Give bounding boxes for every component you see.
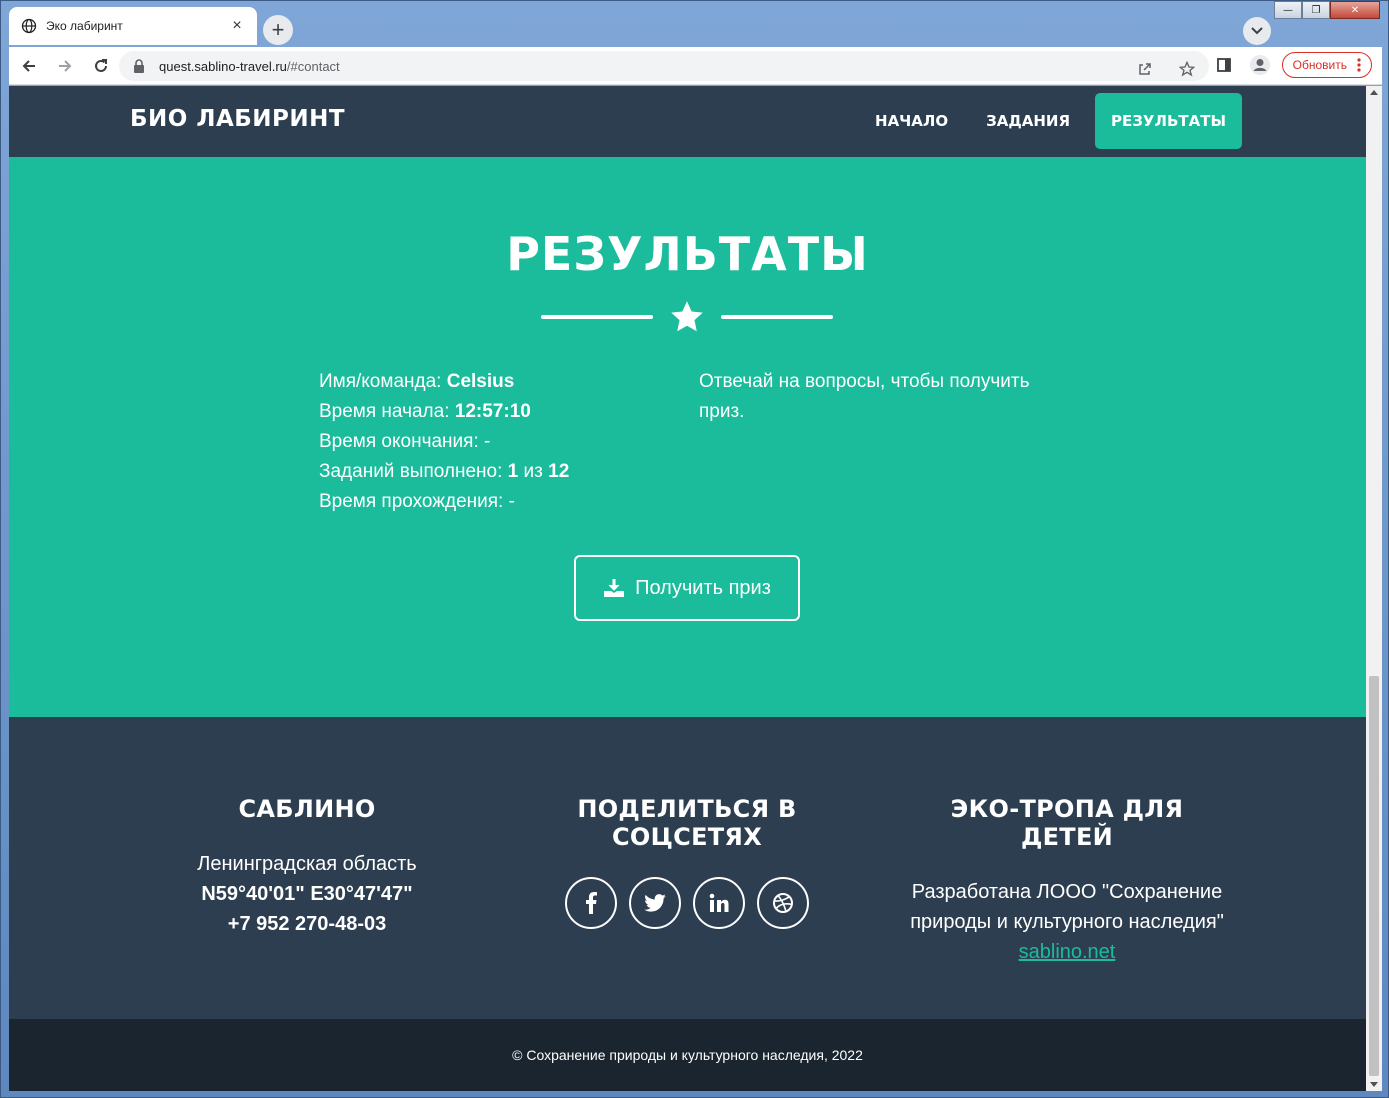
browser-toolbar: quest.sablino-travel.ru/#contact Обновит… bbox=[9, 47, 1382, 85]
footer-location-title: САБЛИНО bbox=[238, 795, 376, 823]
linkedin-icon bbox=[709, 893, 729, 912]
footer-location: САБЛИНО Ленинградская область N59°40'01"… bbox=[157, 795, 457, 939]
divider-line-left bbox=[541, 315, 653, 319]
end-label: Время окончания: bbox=[319, 431, 479, 452]
results-info: Имя/команда: Celsius Время начала: 12:57… bbox=[319, 367, 569, 517]
minimize-button[interactable]: — bbox=[1274, 1, 1302, 19]
side-panel-button[interactable] bbox=[1210, 51, 1238, 79]
maximize-button[interactable]: ❐ bbox=[1302, 1, 1330, 19]
done-of: из bbox=[523, 461, 543, 482]
start-value: 12:57:10 bbox=[454, 401, 531, 422]
facebook-button[interactable] bbox=[565, 877, 617, 929]
start-time-row: Время начала: 12:57:10 bbox=[319, 397, 569, 427]
side-panel-icon bbox=[1216, 58, 1231, 72]
site-brand[interactable]: БИО ЛАБИРИНТ bbox=[130, 106, 345, 132]
profile-icon bbox=[1249, 55, 1270, 75]
page-viewport: БИО ЛАБИРИНТ НАЧАЛО ЗАДАНИЯ РЕЗУЛЬТАТЫ Р… bbox=[9, 86, 1366, 1091]
dribbble-icon bbox=[773, 893, 793, 913]
team-label: Имя/команда: bbox=[319, 371, 442, 392]
window-controls: — ❐ ✕ bbox=[1274, 1, 1380, 19]
back-arrow-icon bbox=[22, 59, 35, 72]
browser-window: — ❐ ✕ Эко лабиринт × + quest.sablino-tra… bbox=[0, 0, 1389, 1098]
duration-value: - bbox=[508, 491, 515, 512]
address-bar[interactable]: quest.sablino-travel.ru/#contact bbox=[119, 51, 1209, 81]
get-prize-label: Получить приз bbox=[635, 576, 771, 599]
forward-arrow-icon bbox=[59, 59, 72, 72]
duration-label: Время прохождения: bbox=[319, 491, 504, 512]
reload-icon bbox=[95, 58, 107, 72]
star-icon bbox=[1179, 61, 1195, 77]
facebook-icon bbox=[586, 892, 597, 914]
share-icon bbox=[1139, 63, 1151, 75]
heading-divider bbox=[541, 299, 833, 335]
footer-eco-trail: ЭКО-ТРОПА ДЛЯ ДЕТЕЙ Разработана ЛООО "Со… bbox=[907, 795, 1227, 967]
close-window-button[interactable]: ✕ bbox=[1330, 1, 1380, 19]
update-label: Обновить bbox=[1292, 58, 1347, 72]
done-label: Заданий выполнено: bbox=[319, 461, 503, 482]
scrollbar-thumb[interactable] bbox=[1369, 676, 1379, 1076]
footer-eco-text: Разработана ЛООО "Сохранение природы и к… bbox=[910, 881, 1224, 933]
done-total: 12 bbox=[548, 461, 570, 482]
footer-social-title: ПОДЕЛИТЬСЯ В СОЦСЕТЯХ bbox=[577, 795, 797, 851]
url-text: quest.sablino-travel.ru/#contact bbox=[159, 59, 340, 74]
url-path: /#contact bbox=[286, 58, 340, 74]
url-host: quest.sablino-travel.ru bbox=[159, 58, 287, 74]
footer-phone: +7 952 270-48-03 bbox=[227, 913, 387, 935]
bookmark-button[interactable] bbox=[1173, 55, 1201, 83]
team-row: Имя/команда: Celsius bbox=[319, 367, 569, 397]
footer-social: ПОДЕЛИТЬСЯ В СОЦСЕТЯХ bbox=[507, 795, 867, 929]
toolbar-right: Обновить bbox=[1210, 51, 1372, 79]
share-button[interactable] bbox=[1131, 55, 1159, 83]
footer-coords: N59°40'01" E30°47'47" bbox=[201, 883, 413, 905]
more-vert-icon bbox=[1357, 58, 1361, 72]
end-time-row: Время окончания: - bbox=[319, 427, 569, 457]
back-button[interactable] bbox=[13, 50, 45, 82]
social-links bbox=[507, 877, 867, 929]
footer-region: Ленинградская область bbox=[197, 853, 417, 875]
tab-title: Эко лабиринт bbox=[46, 19, 123, 33]
team-value: Celsius bbox=[446, 371, 515, 392]
sablino-link[interactable]: sablino.net bbox=[1019, 941, 1116, 963]
page-scrollbar[interactable] bbox=[1366, 86, 1382, 1091]
results-section: РЕЗУЛЬТАТЫ Имя/команда: Celsius Время на… bbox=[9, 157, 1366, 717]
globe-icon bbox=[21, 18, 37, 34]
results-heading: РЕЗУЛЬТАТЫ bbox=[506, 227, 869, 281]
chevron-down-icon bbox=[1251, 27, 1263, 35]
tab-close-icon[interactable]: × bbox=[229, 17, 245, 35]
end-value: - bbox=[484, 431, 491, 452]
reload-button[interactable] bbox=[85, 50, 117, 82]
dribbble-button[interactable] bbox=[757, 877, 809, 929]
new-tab-button[interactable]: + bbox=[263, 15, 293, 45]
footer-eco-title: ЭКО-ТРОПА ДЛЯ ДЕТЕЙ bbox=[950, 795, 1184, 851]
twitter-button[interactable] bbox=[629, 877, 681, 929]
lock-icon bbox=[134, 59, 144, 73]
done-count: 1 bbox=[507, 461, 519, 482]
divider-line-right bbox=[721, 315, 833, 319]
address-bar-actions bbox=[1131, 55, 1201, 83]
browser-tab[interactable]: Эко лабиринт × bbox=[9, 7, 257, 45]
twitter-icon bbox=[644, 894, 666, 912]
star-icon bbox=[671, 301, 703, 332]
duration-row: Время прохождения: - bbox=[319, 487, 569, 517]
profile-button[interactable] bbox=[1246, 51, 1274, 79]
start-label: Время начала: bbox=[319, 401, 450, 422]
site-footer: САБЛИНО Ленинградская область N59°40'01"… bbox=[9, 717, 1366, 1019]
download-icon bbox=[604, 579, 625, 597]
tab-search-button[interactable] bbox=[1243, 17, 1271, 45]
nav-link-start[interactable]: НАЧАЛО bbox=[856, 93, 967, 149]
scroll-down-arrow-icon[interactable] bbox=[1370, 1082, 1378, 1087]
update-button[interactable]: Обновить bbox=[1281, 52, 1372, 78]
copyright-text: © Сохранение природы и культурного насле… bbox=[512, 1047, 863, 1063]
results-hint: Отвечай на вопросы, чтобы получить приз. bbox=[699, 371, 1030, 422]
nav-link-results[interactable]: РЕЗУЛЬТАТЫ bbox=[1095, 93, 1242, 149]
nav-link-tasks[interactable]: ЗАДАНИЯ bbox=[967, 93, 1089, 149]
tasks-done-row: Заданий выполнено: 1 из 12 bbox=[319, 457, 569, 487]
site-navbar: БИО ЛАБИРИНТ НАЧАЛО ЗАДАНИЯ РЕЗУЛЬТАТЫ bbox=[9, 86, 1366, 157]
copyright-bar: © Сохранение природы и культурного насле… bbox=[9, 1019, 1366, 1091]
scroll-up-arrow-icon[interactable] bbox=[1370, 90, 1378, 95]
forward-button[interactable] bbox=[49, 50, 81, 82]
get-prize-button[interactable]: Получить приз bbox=[574, 555, 800, 621]
site-nav-links: НАЧАЛО ЗАДАНИЯ РЕЗУЛЬТАТЫ bbox=[856, 93, 1242, 149]
linkedin-button[interactable] bbox=[693, 877, 745, 929]
